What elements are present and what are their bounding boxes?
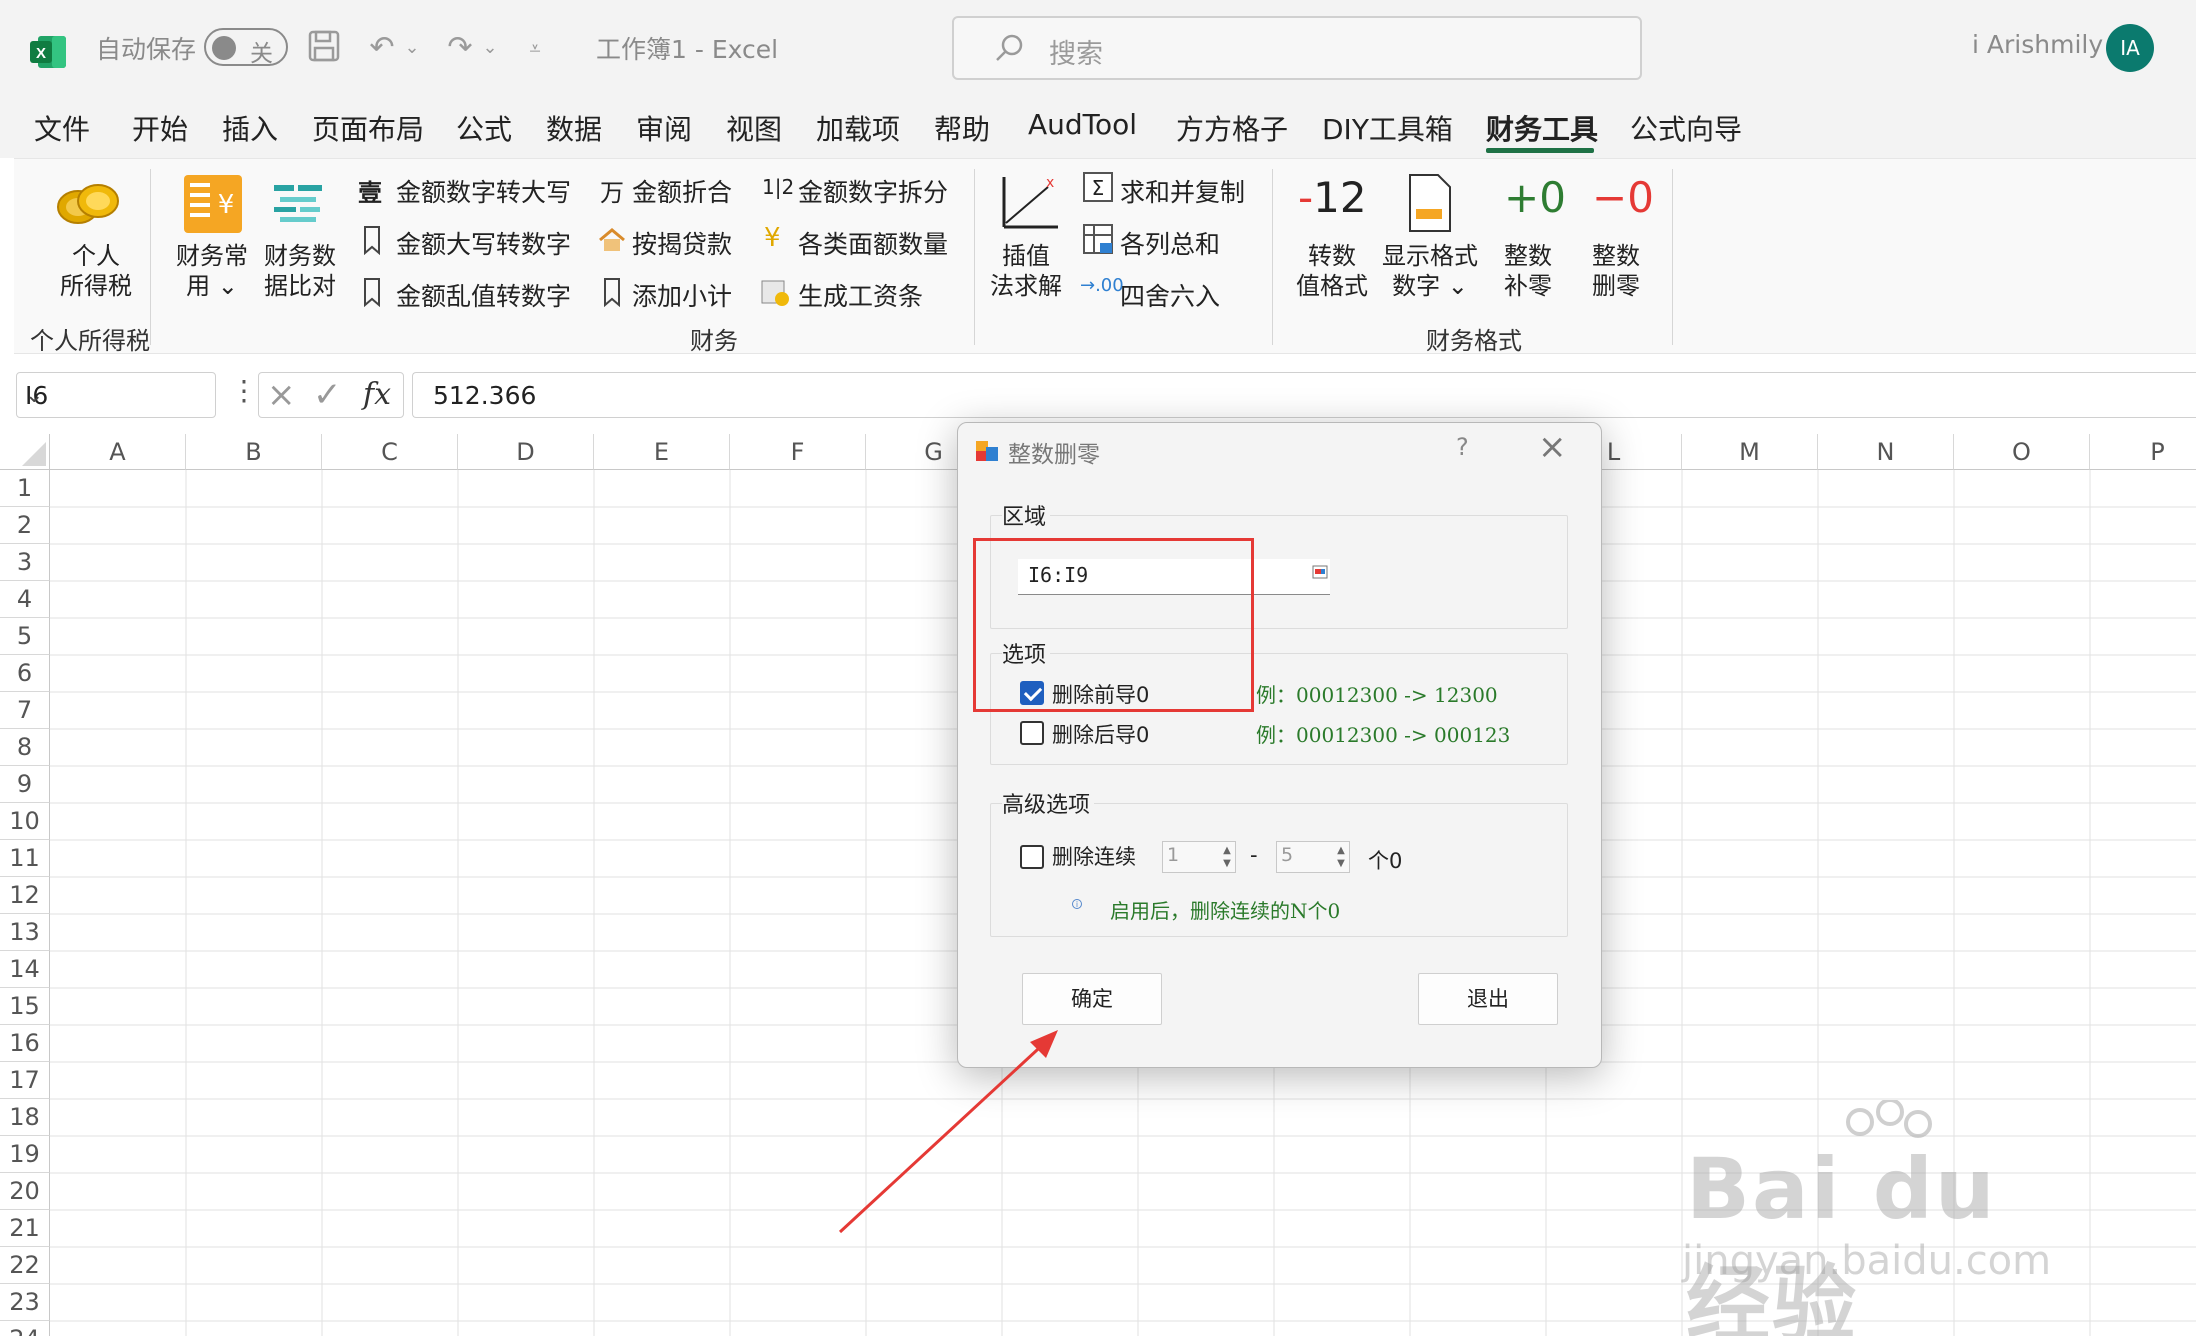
watermark-url: jingyan.baidu.com xyxy=(1682,1238,2052,1284)
baidu-watermark: Bai du 经验 jingyan.baidu.com xyxy=(1680,1100,2100,1336)
excel-window: { "titlebar": { "autosave_label": "自动保存"… xyxy=(0,0,2196,1336)
